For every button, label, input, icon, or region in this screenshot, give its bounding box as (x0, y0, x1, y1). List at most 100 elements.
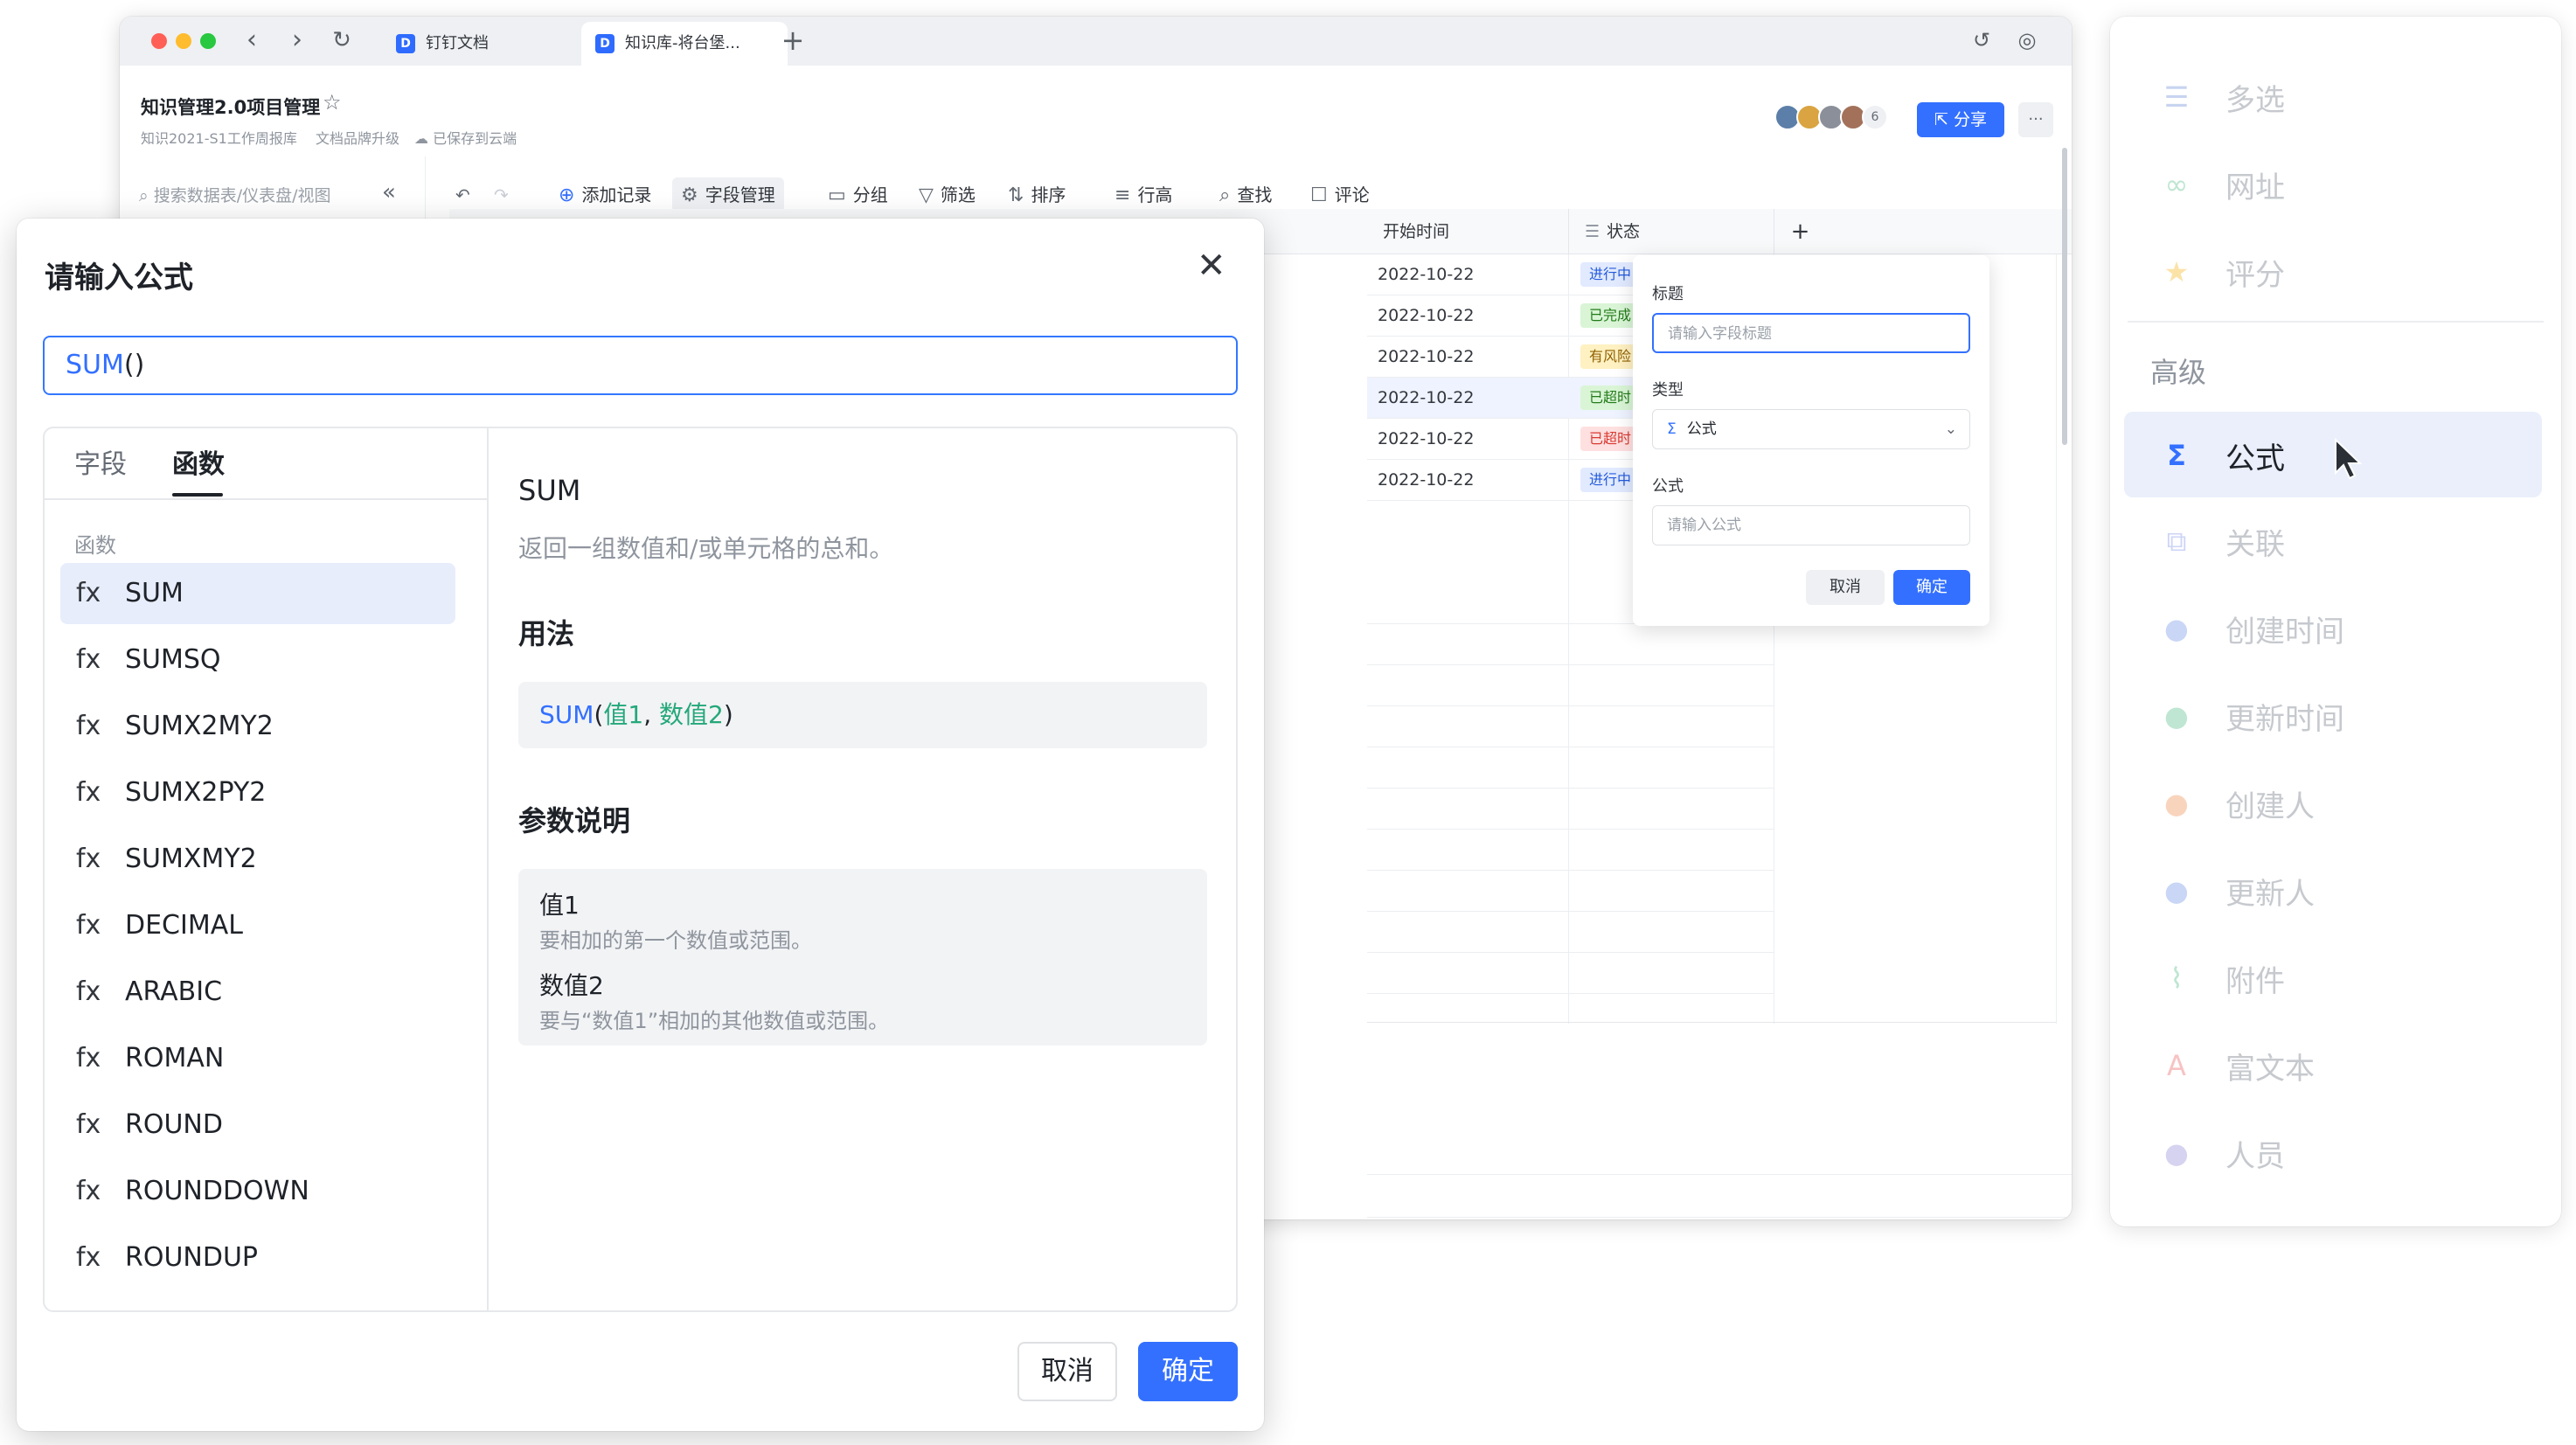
redo-icon[interactable]: ↷ (485, 177, 517, 212)
field-type-label: 公式 (2225, 441, 2285, 476)
function-item[interactable]: fx SUMSQ (60, 629, 455, 691)
reload-icon[interactable]: ↻ (326, 25, 358, 57)
scrollbar[interactable] (2062, 148, 2067, 445)
star-icon[interactable]: ☆ (323, 90, 342, 115)
tab-fields[interactable]: 字段 (74, 442, 127, 481)
clock-icon: ● (2164, 612, 2189, 645)
function-name: ROUNDUP (125, 1242, 259, 1273)
forward-icon[interactable]: › (281, 25, 313, 57)
group-button[interactable]: ▭ 分组 (819, 177, 897, 212)
start-time-cell[interactable]: 2022-10-22 (1378, 337, 1474, 378)
status-badge[interactable]: 进行中 (1580, 468, 1641, 492)
start-time-cell[interactable]: 2022-10-22 (1378, 378, 1474, 419)
avatar-count[interactable]: 6 (1862, 104, 1888, 130)
function-item[interactable]: fx ROUNDDOWN (60, 1161, 455, 1222)
start-time-cell[interactable]: 2022-10-22 (1378, 419, 1474, 460)
param-desc: 要与“数值1”相加的其他数值或范围。 (539, 1009, 890, 1033)
maximize-window-button[interactable] (200, 33, 216, 49)
close-icon[interactable]: ✕ (1197, 247, 1226, 285)
breadcrumb-item[interactable]: 文档品牌升级 (316, 130, 399, 147)
history-icon[interactable]: ↺ (1966, 25, 1997, 57)
browser-tab-active[interactable]: D 知识库-将台堡... (581, 22, 788, 66)
status-badge[interactable]: 进行中 (1580, 262, 1641, 287)
function-item[interactable]: fx ROUNDUP (60, 1227, 455, 1289)
field-title-input[interactable]: 请输入字段标题 (1652, 313, 1970, 353)
column-header-start-time[interactable]: 开始时间 (1367, 209, 1568, 254)
function-item[interactable]: fx ARABIC (60, 962, 455, 1023)
field-type-item[interactable]: ☰ 多选 (2124, 53, 2542, 139)
function-description: 返回一组数值和/或单元格的总和。 (518, 534, 894, 563)
tab-functions[interactable]: 函数 (172, 442, 225, 481)
start-time-cell[interactable]: 2022-10-22 (1378, 295, 1474, 337)
field-type-item[interactable]: ● 创建人 (2124, 760, 2542, 845)
field-type-formula[interactable]: Σ 公式 (2124, 412, 2542, 497)
function-item[interactable]: fx SUM (60, 563, 455, 624)
field-type-item[interactable]: ● 创建时间 (2124, 585, 2542, 670)
function-item[interactable]: fx SUMX2PY2 (60, 762, 455, 823)
function-name: SUMX2MY2 (125, 711, 274, 741)
field-type-item[interactable]: A 富文本 (2124, 1022, 2542, 1108)
field-type-item[interactable]: ⧉ 关联 (2124, 497, 2542, 583)
status-badge[interactable]: 已完成 (1580, 303, 1641, 328)
param-name: 值1 (539, 891, 580, 920)
sort-button[interactable]: ⇅ 排序 (999, 177, 1074, 212)
filter-button[interactable]: ▽ 筛选 (910, 177, 984, 212)
browser-tab[interactable]: D 钉钉文档 (382, 22, 574, 66)
relation-icon: ⧉ (2166, 525, 2187, 558)
field-type-item[interactable]: ● 更新人 (2124, 847, 2542, 933)
function-item[interactable]: fx DECIMAL (60, 895, 455, 956)
fx-icon: fx (76, 1043, 101, 1073)
collapse-sidebar-icon[interactable]: « (382, 179, 396, 205)
field-type-select[interactable]: Σ 公式 ⌄ (1652, 409, 1970, 449)
field-type-item[interactable]: ★ 评分 (2124, 228, 2542, 314)
save-status: 已保存到云端 (433, 130, 517, 147)
field-type-item[interactable]: ∞ 网址 (2124, 141, 2542, 226)
usage-paren: ) (723, 700, 733, 729)
formula-field-input[interactable]: 请输入公式 (1652, 505, 1970, 545)
person-icon: ● (2164, 787, 2189, 820)
search-icon: ⌕ (139, 186, 154, 205)
add-record-button[interactable]: ⊕ 添加记录 (550, 177, 660, 212)
field-type-label: 类型 (1652, 381, 1684, 399)
add-column-button[interactable]: + (1774, 209, 1826, 254)
field-manage-button[interactable]: ⚙ 字段管理 (672, 177, 784, 212)
function-list-header: 函数 (74, 533, 116, 558)
undo-icon[interactable]: ↶ (447, 177, 479, 212)
function-item[interactable]: fx SUMX2MY2 (60, 696, 455, 757)
formula-label: 公式 (1652, 477, 1684, 496)
status-badge[interactable]: 已超时 (1580, 386, 1641, 410)
breadcrumb-item[interactable]: 知识2021-S1工作周报库 (141, 130, 297, 147)
start-time-cell[interactable]: 2022-10-22 (1378, 460, 1474, 501)
confirm-button[interactable]: 确定 (1138, 1342, 1238, 1401)
back-icon[interactable]: ‹ (236, 25, 267, 57)
share-icon: ⇱ (1934, 110, 1948, 129)
share-button[interactable]: ⇱ 分享 (1917, 102, 2004, 137)
cancel-button[interactable]: 取消 (1017, 1342, 1117, 1401)
function-item[interactable]: fx ROMAN (60, 1028, 455, 1089)
browser-tab-bar: ‹ › ↻ D 钉钉文档 D 知识库-将台堡... + ↺ ◎ (120, 17, 2072, 66)
column-header-status[interactable]: ☰ 状态 (1568, 209, 1774, 254)
field-type-item[interactable]: ● 更新时间 (2124, 672, 2542, 758)
function-item[interactable]: fx ROUND (60, 1094, 455, 1156)
comment-button[interactable]: ☐ 评论 (1302, 177, 1378, 212)
status-badge[interactable]: 已超时 (1580, 427, 1641, 451)
usage-paren: ( (594, 700, 604, 729)
more-button[interactable]: ··· (2018, 102, 2053, 137)
field-type-item[interactable]: ⌇ 附件 (2124, 934, 2542, 1020)
popup-confirm-button[interactable]: 确定 (1893, 570, 1970, 605)
function-name: ROUNDDOWN (125, 1176, 309, 1206)
row-height-button[interactable]: ≡ 行高 (1106, 177, 1181, 212)
compass-icon[interactable]: ◎ (2011, 25, 2043, 57)
new-tab-button[interactable]: + (777, 25, 809, 57)
close-window-button[interactable] (151, 33, 167, 49)
formula-input[interactable]: SUM() (43, 336, 1238, 395)
status-badge[interactable]: 有风险 (1580, 344, 1641, 369)
sidebar-search-input[interactable]: ⌕ 搜索数据表/仪表盘/视图 (139, 183, 331, 206)
find-button[interactable]: ⌕ 查找 (1211, 177, 1281, 212)
function-item[interactable]: fx SUMXMY2 (60, 829, 455, 890)
fx-icon: fx (76, 578, 101, 608)
field-type-item[interactable]: ● 人员 (2124, 1109, 2542, 1195)
minimize-window-button[interactable] (176, 33, 191, 49)
popup-cancel-button[interactable]: 取消 (1806, 570, 1885, 605)
start-time-cell[interactable]: 2022-10-22 (1378, 254, 1474, 295)
